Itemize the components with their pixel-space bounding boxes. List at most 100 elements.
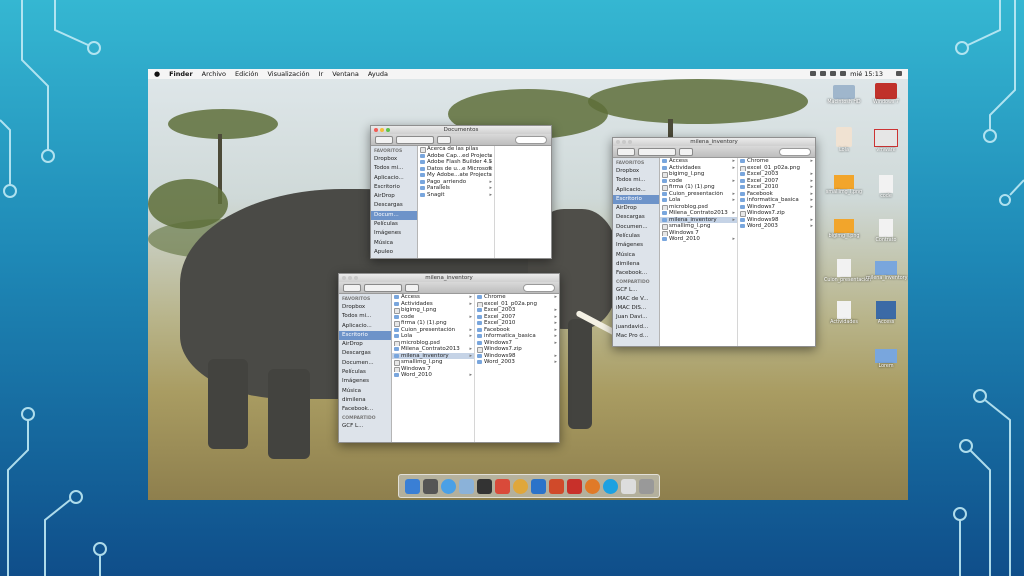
- dropbox-status-icon[interactable]: [810, 71, 817, 76]
- zoom-icon[interactable]: [386, 128, 390, 132]
- desktop-icon-cuion[interactable]: Cuion_presentación: [824, 259, 871, 283]
- sidebar-shared-item[interactable]: juandavid...: [613, 323, 659, 332]
- desktop-icon-contrato[interactable]: Contrato: [866, 219, 906, 243]
- word-icon[interactable]: [530, 478, 546, 494]
- sidebar-item-musica[interactable]: Música: [371, 239, 417, 248]
- apple-menu-icon[interactable]: ●: [154, 69, 160, 79]
- minimize-icon[interactable]: [348, 276, 352, 280]
- sidebar-item[interactable]: Descargas: [613, 213, 659, 222]
- desktop-icon-bigimg[interactable]: bigimg_l.png: [824, 219, 864, 239]
- list-item[interactable]: Word_2010: [392, 372, 474, 379]
- sidebar-item[interactable]: Documen...: [339, 359, 391, 368]
- finder-window-milena-bottom[interactable]: milena_inventory FAVORITOS Dropbox Todos…: [338, 273, 560, 443]
- sidebar-item[interactable]: Aplicacio...: [613, 186, 659, 195]
- wifi-icon[interactable]: [820, 71, 827, 76]
- desktop-icon-smallimg[interactable]: smallimg_l.png: [824, 175, 864, 195]
- sidebar-item[interactable]: Descargas: [339, 349, 391, 358]
- desktop-icon-actividades[interactable]: Actividades: [824, 301, 864, 325]
- close-icon[interactable]: [342, 276, 346, 280]
- sidebar-item-todos[interactable]: Todos mi...: [371, 164, 417, 173]
- back-forward-button[interactable]: [617, 147, 635, 156]
- sidebar-item-imagenes[interactable]: Imágenes: [371, 229, 417, 238]
- sidebar-item[interactable]: dimilena: [613, 260, 659, 269]
- sidebar-item-dropbox[interactable]: Dropbox: [371, 155, 417, 164]
- close-icon[interactable]: [374, 128, 378, 132]
- desktop-icon-windows7[interactable]: Windows 7: [866, 83, 906, 105]
- sidebar-item[interactable]: Todos mi...: [339, 312, 391, 321]
- list-item[interactable]: Snagit: [418, 192, 494, 199]
- preview-icon[interactable]: [620, 478, 636, 494]
- sidebar-item[interactable]: Películas: [613, 232, 659, 241]
- spotlight-icon[interactable]: [896, 71, 902, 76]
- zoom-icon[interactable]: [628, 140, 632, 144]
- menu-finder[interactable]: Finder: [169, 69, 193, 79]
- chrome-icon[interactable]: [512, 478, 528, 494]
- sidebar-item-aplicaciones[interactable]: Aplicacio...: [371, 174, 417, 183]
- action-button[interactable]: [437, 135, 451, 144]
- desktop-icon-vmware[interactable]: vmware: [866, 129, 906, 153]
- sidebar-item[interactable]: Facebook...: [339, 405, 391, 414]
- sidebar-shared-item[interactable]: iMAC de V...: [613, 295, 659, 304]
- desktop-icon-access[interactable]: Access: [866, 301, 906, 325]
- sidebar-item[interactable]: Dropbox: [613, 167, 659, 176]
- window-titlebar[interactable]: milena_inventory: [339, 274, 559, 282]
- sidebar-item[interactable]: Imágenes: [339, 377, 391, 386]
- battery-icon[interactable]: [840, 71, 847, 76]
- mail-icon[interactable]: [458, 478, 474, 494]
- firefox-icon[interactable]: [584, 478, 600, 494]
- back-forward-button[interactable]: [343, 283, 361, 292]
- sidebar-item-airdrop[interactable]: AirDrop: [371, 192, 417, 201]
- powerpoint-icon[interactable]: [548, 478, 564, 494]
- skype-icon[interactable]: [602, 478, 618, 494]
- list-item[interactable]: Word_2003: [475, 359, 559, 366]
- sidebar-item-escritorio[interactable]: Escritorio: [371, 183, 417, 192]
- sidebar-item-peliculas[interactable]: Películas: [371, 220, 417, 229]
- minimize-icon[interactable]: [622, 140, 626, 144]
- sidebar-shared-item[interactable]: GCF L...: [339, 422, 391, 431]
- menu-ir[interactable]: Ir: [319, 69, 324, 79]
- desktop-icon-milena-inventory[interactable]: milena_inventory: [866, 261, 908, 281]
- close-icon[interactable]: [616, 140, 620, 144]
- volume-icon[interactable]: [830, 71, 837, 76]
- menu-ventana[interactable]: Ventana: [332, 69, 359, 79]
- sidebar-item[interactable]: dimilena: [339, 396, 391, 405]
- sidebar-shared-item[interactable]: iMAC DIS...: [613, 304, 659, 313]
- list-item[interactable]: Word_2003: [738, 223, 815, 230]
- window-titlebar[interactable]: Documentos: [371, 126, 551, 134]
- search-input[interactable]: [515, 135, 547, 144]
- app-icon[interactable]: [476, 478, 492, 494]
- sidebar-shared-item[interactable]: GCF L...: [613, 286, 659, 295]
- back-forward-button[interactable]: [375, 135, 393, 144]
- finder-window-documentos[interactable]: Documentos FAVORITOS Dropbox Todos mi...…: [370, 125, 552, 259]
- sidebar-item[interactable]: Dropbox: [339, 303, 391, 312]
- sidebar-item-escritorio[interactable]: Escritorio: [339, 330, 391, 341]
- menu-archivo[interactable]: Archivo: [202, 69, 226, 79]
- sidebar-item-escritorio[interactable]: Escritorio: [613, 194, 659, 205]
- search-input[interactable]: [523, 283, 555, 292]
- sidebar-item[interactable]: Aplicacio...: [339, 322, 391, 331]
- finder-window-milena-right[interactable]: milena_inventory FAVORITOS Dropbox Todos…: [612, 137, 816, 347]
- search-input[interactable]: [779, 147, 811, 156]
- desktop-icon-lola[interactable]: Lola: [824, 127, 864, 153]
- sidebar-item[interactable]: AirDrop: [339, 340, 391, 349]
- view-mode-buttons[interactable]: [364, 283, 402, 292]
- desktop-icon-disk[interactable]: Macintosh HD: [824, 85, 864, 105]
- sidebar-item[interactable]: Música: [339, 387, 391, 396]
- launchpad-icon[interactable]: [422, 478, 438, 494]
- sidebar-item-descargas[interactable]: Descargas: [371, 201, 417, 210]
- sidebar-item[interactable]: Todos mi...: [613, 176, 659, 185]
- desktop-icon-lorem[interactable]: Lorem: [866, 349, 906, 369]
- trash-icon[interactable]: [638, 478, 654, 494]
- sidebar-item[interactable]: Música: [613, 251, 659, 260]
- sidebar-item[interactable]: Facebook...: [613, 269, 659, 278]
- app-icon[interactable]: [494, 478, 510, 494]
- safari-icon[interactable]: [440, 478, 456, 494]
- sidebar-item[interactable]: AirDrop: [613, 204, 659, 213]
- menu-ayuda[interactable]: Ayuda: [368, 69, 388, 79]
- sidebar-item[interactable]: Documen...: [613, 223, 659, 232]
- flash-icon[interactable]: [566, 478, 582, 494]
- menu-visualizacion[interactable]: Visualización: [268, 69, 310, 79]
- desktop-icon-code[interactable]: code: [866, 175, 906, 199]
- finder-icon[interactable]: [404, 478, 420, 494]
- sidebar-shared-item[interactable]: Mac Pro d...: [613, 332, 659, 341]
